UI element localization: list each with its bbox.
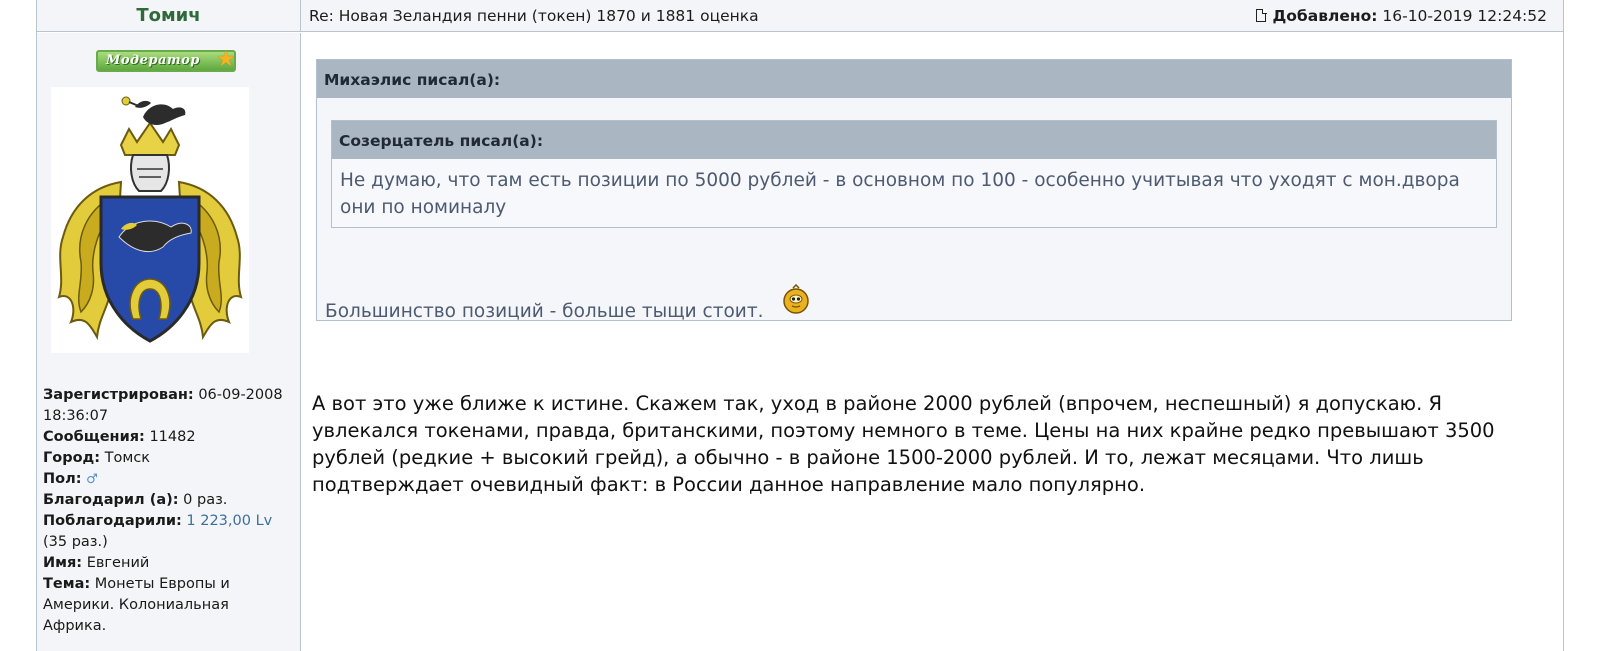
info-was-thanked: Поблагодарили: 1 223,00 Lv (35 раз.) <box>43 513 273 550</box>
male-icon: ♂ <box>86 472 98 487</box>
quote-inner-header: Созерцатель писал(а): <box>332 121 1496 159</box>
info-thanked: Благодарил (а): 0 раз. <box>43 492 228 508</box>
info-name: Имя: Евгений <box>43 555 150 571</box>
thanks-amount-link[interactable]: 1 223,00 Lv <box>186 513 272 529</box>
added-label: Добавлено: <box>1272 7 1378 25</box>
info-gender: Пол: ♂ <box>43 469 295 490</box>
post-content: Михаэлис писал(а): Созерцатель писал(а):… <box>302 33 1563 651</box>
forum-post: Томич Re: Новая Зеландия пенни (токен) 1… <box>36 0 1564 651</box>
author-panel: Модератор ★ Зарегистрирован: 06-09-2008 … <box>37 33 301 651</box>
rank-badge-label: Модератор <box>106 53 200 68</box>
post-link-icon[interactable] <box>1256 8 1267 22</box>
info-topic: Тема: Монеты Европы и Америки. Колониаль… <box>43 576 230 634</box>
star-icon: ★ <box>216 47 236 72</box>
info-posts: Сообщения: 11482 <box>43 429 196 445</box>
author-name[interactable]: Томич <box>136 5 200 26</box>
post-body-text: А вот это уже ближе к истине. Скажем так… <box>312 392 1495 496</box>
quote-outer-text: Большинство позиций - больше тыщи стоит. <box>325 301 764 322</box>
quote-outer-text-row: Большинство позиций - больше тыщи стоит. <box>325 283 810 322</box>
info-city: Город: Томск <box>43 450 151 466</box>
quote-outer: Михаэлис писал(а): Созерцатель писал(а):… <box>316 59 1512 322</box>
quote-outer-header: Михаэлис писал(а): <box>317 60 1511 98</box>
quote-inner: Созерцатель писал(а): Не думаю, что там … <box>331 120 1497 228</box>
info-registered: Зарегистрирован: 06-09-2008 18:36:07 <box>43 387 283 424</box>
author-info: Зарегистрирован: 06-09-2008 18:36:07 Соо… <box>43 385 295 637</box>
coat-of-arms-icon <box>57 96 243 343</box>
post-header: Томич Re: Новая Зеландия пенни (токен) 1… <box>37 0 1563 32</box>
smiley-icon <box>783 283 810 314</box>
quote-inner-text: Не думаю, что там есть позиции по 5000 р… <box>340 170 1460 218</box>
post-subject: Re: Новая Зеландия пенни (токен) 1870 и … <box>309 7 759 25</box>
added-value: 16-10-2019 12:24:52 <box>1382 7 1547 25</box>
post-date: Добавлено: 16-10-2019 12:24:52 <box>1256 7 1547 25</box>
rank-badge: Модератор ★ <box>96 47 236 72</box>
avatar <box>51 87 249 353</box>
author-cell: Томич <box>37 0 301 32</box>
